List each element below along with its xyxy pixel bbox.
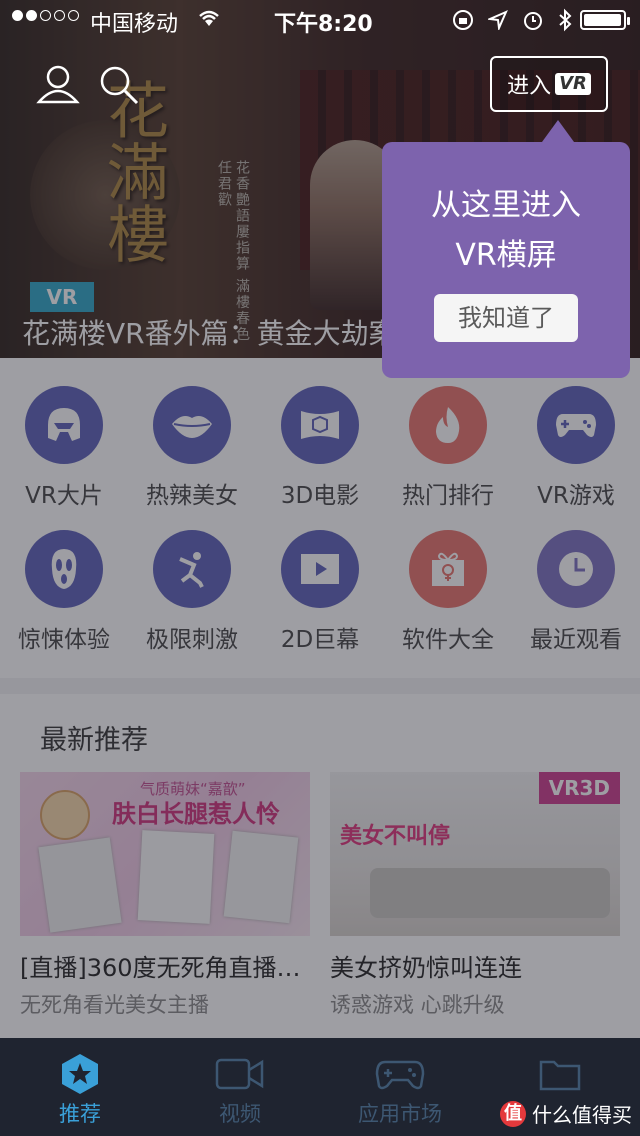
category-item[interactable]: 热辣美女	[128, 386, 256, 510]
flame-icon	[409, 386, 487, 464]
star-hexagon-icon	[0, 1052, 160, 1096]
clock-icon	[537, 530, 615, 608]
folder-icon	[480, 1052, 640, 1096]
category-label: 2D巨幕	[280, 627, 360, 653]
category-item[interactable]: 热门排行	[384, 386, 512, 510]
wifi-icon	[196, 8, 222, 34]
thumb-photo	[223, 830, 299, 924]
vr-tag: VR	[30, 282, 94, 312]
enter-vr-button[interactable]: 进入 VR	[490, 56, 608, 112]
tab-bar: 推荐 视频 应用市场 值 什么值得买	[0, 1038, 640, 1136]
category-item[interactable]: 3D电影	[256, 386, 384, 510]
rotation-lock-icon	[452, 9, 474, 37]
cartoon-face-icon	[40, 790, 90, 840]
helmet-icon	[25, 386, 103, 464]
tab-recommend[interactable]: 推荐	[0, 1038, 160, 1136]
search-icon[interactable]	[98, 64, 140, 110]
category-item[interactable]: 极限刺激	[128, 530, 256, 654]
recommend-section: 最新推荐 气质萌妹“嘉歆” 肤白长腿惹人怜 [直播]360度无死角直播… 无死角…	[0, 694, 640, 1038]
card-thumbnail[interactable]: 气质萌妹“嘉歆” 肤白长腿惹人怜	[20, 772, 310, 936]
ghost-icon	[25, 530, 103, 608]
alarm-icon	[522, 9, 544, 37]
battery-icon	[580, 10, 630, 30]
category-item[interactable]: 2D巨幕	[256, 530, 384, 654]
category-label: 惊悚体验	[18, 627, 110, 653]
watermark: 值 什么值得买	[500, 1099, 632, 1128]
tab-label: 推荐	[59, 1102, 101, 1126]
card-title: 美女挤奶惊叫连连	[330, 954, 522, 982]
category-label: VR大片	[25, 483, 103, 509]
status-bar: 中国移动 下午8:20	[0, 0, 640, 40]
gift-icon	[409, 530, 487, 608]
watermark-text: 什么值得买	[532, 1103, 632, 1127]
thumb-photo	[38, 837, 122, 933]
category-label: 最近观看	[530, 627, 622, 653]
category-label: 极限刺激	[146, 627, 238, 653]
card-title: [直播]360度无死角直播…	[20, 954, 301, 982]
category-label: 热辣美女	[146, 483, 238, 509]
thumb-caption: 美女不叫停	[340, 824, 451, 849]
skier-icon	[153, 530, 231, 608]
thumb-caption: 肤白长腿惹人怜	[112, 800, 280, 828]
category-label: 3D电影	[280, 483, 360, 509]
section-title: 最新推荐	[40, 725, 148, 756]
watermark-logo-icon: 值	[500, 1100, 526, 1127]
location-icon	[486, 10, 508, 36]
category-item[interactable]: 惊悚体验	[0, 530, 128, 654]
category-item[interactable]: 软件大全	[384, 530, 512, 654]
category-item[interactable]: 最近观看	[512, 530, 640, 654]
tooltip-line2: VR横屏	[455, 238, 557, 273]
bluetooth-icon	[558, 8, 572, 38]
signal-strength-icon	[12, 10, 79, 21]
gamepad-icon	[320, 1052, 480, 1096]
card-subtitle: 诱惑游戏 心跳升级	[330, 993, 505, 1017]
category-label: VR游戏	[537, 483, 615, 509]
tab-video[interactable]: 视频	[160, 1038, 320, 1136]
got-it-button[interactable]: 我知道了	[434, 294, 578, 342]
carrier-name: 中国移动	[90, 12, 179, 37]
recommend-card[interactable]: 气质萌妹“嘉歆” 肤白长腿惹人怜 [直播]360度无死角直播… 无死角看光美女主…	[20, 772, 310, 1019]
tab-app-market[interactable]: 应用市场	[320, 1038, 480, 1136]
user-icon[interactable]	[36, 64, 80, 108]
tooltip-line1: 从这里进入	[431, 188, 581, 223]
category-grid: VR大片 热辣美女 3D电影 热门排行 VR游戏惊悚体验 极限刺激 2D巨幕 软件大全 最近观看	[0, 358, 640, 678]
video-camera-icon	[160, 1052, 320, 1096]
category-item[interactable]: VR游戏	[512, 386, 640, 510]
cube-icon	[281, 386, 359, 464]
lips-icon	[153, 386, 231, 464]
banner-title[interactable]: 花满楼VR番外篇：黄金大劫案	[22, 312, 397, 352]
thumb-photo	[137, 830, 215, 924]
sofa	[370, 868, 610, 918]
tab-label: 视频	[219, 1102, 261, 1126]
category-label: 软件大全	[402, 627, 494, 653]
recommend-card[interactable]: 美女不叫停 VR3D 美女挤奶惊叫连连 诱惑游戏 心跳升级	[330, 772, 620, 1019]
card-thumbnail[interactable]: 美女不叫停 VR3D	[330, 772, 620, 936]
card-subtitle: 无死角看光美女主播	[20, 993, 209, 1017]
play-screen-icon	[281, 530, 359, 608]
gamepad-icon	[537, 386, 615, 464]
vr-tooltip: 从这里进入 VR横屏 我知道了	[382, 120, 630, 378]
vr3d-badge: VR3D	[538, 772, 620, 804]
category-label: 热门排行	[402, 483, 494, 509]
tab-label: 应用市场	[358, 1102, 442, 1126]
vr-badge: VR	[555, 73, 591, 95]
clock-time: 下午8:20	[274, 12, 373, 37]
category-item[interactable]: VR大片	[0, 386, 128, 510]
